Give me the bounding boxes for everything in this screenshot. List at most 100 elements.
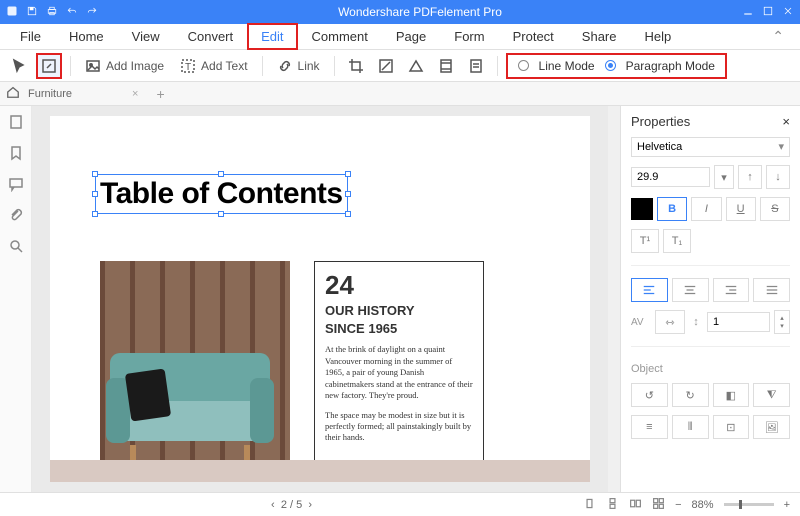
flip-h[interactable]: ◧ bbox=[713, 383, 750, 407]
rotate-ccw[interactable]: ↺ bbox=[631, 383, 668, 407]
font-select[interactable] bbox=[631, 137, 790, 157]
select-tool[interactable] bbox=[6, 53, 32, 79]
rotate-cw[interactable]: ↻ bbox=[672, 383, 709, 407]
close-panel-icon[interactable]: × bbox=[782, 114, 790, 129]
char-spacing[interactable]: ⇿ bbox=[655, 310, 685, 334]
tab-close-icon[interactable]: × bbox=[132, 88, 138, 100]
align-left[interactable] bbox=[631, 278, 668, 302]
menu-comment[interactable]: Comment bbox=[298, 23, 382, 50]
menu-bar: File Home View Convert Edit Comment Page… bbox=[0, 24, 800, 50]
prev-page[interactable]: ‹ bbox=[271, 499, 275, 511]
zoom-in[interactable]: + bbox=[784, 499, 790, 511]
replace-image[interactable]: 🖼 bbox=[753, 415, 790, 439]
minimize-icon[interactable] bbox=[742, 5, 754, 20]
menu-view[interactable]: View bbox=[118, 23, 174, 50]
collapse-ribbon-icon[interactable]: ⌃ bbox=[762, 28, 794, 45]
char-spacing-label: AV bbox=[631, 317, 651, 328]
section-text-box[interactable]: 24 OUR HISTORY SINCE 1965 At the brink o… bbox=[314, 261, 484, 481]
watermark-tool[interactable] bbox=[373, 53, 399, 79]
paragraph-mode-radio[interactable] bbox=[605, 60, 616, 71]
zoom-slider[interactable] bbox=[724, 503, 774, 506]
next-page[interactable]: › bbox=[308, 499, 312, 511]
home-tab-icon[interactable] bbox=[6, 85, 20, 102]
section-image bbox=[100, 261, 290, 481]
view-continuous-icon[interactable] bbox=[606, 497, 619, 513]
menu-page[interactable]: Page bbox=[382, 23, 440, 50]
view-facing-icon[interactable] bbox=[629, 497, 642, 513]
app-title: Wondershare PDFelement Pro bbox=[98, 5, 742, 19]
page-indicator: 2 / 5 bbox=[281, 499, 302, 511]
document-canvas[interactable]: Table of Contents 24 OUR HISTORY SINCE 1… bbox=[32, 106, 608, 492]
edit-object-tool[interactable] bbox=[36, 53, 62, 79]
status-bar: ‹ 2 / 5 › − 88% + bbox=[0, 492, 800, 516]
undo-icon[interactable] bbox=[66, 5, 78, 20]
close-icon[interactable] bbox=[782, 5, 794, 20]
menu-form[interactable]: Form bbox=[440, 23, 498, 50]
menu-protect[interactable]: Protect bbox=[499, 23, 568, 50]
selected-text-box[interactable]: Table of Contents bbox=[95, 174, 348, 214]
page-footer-bg bbox=[50, 460, 590, 482]
distribute-h[interactable]: ≡ bbox=[631, 415, 668, 439]
menu-edit[interactable]: Edit bbox=[247, 23, 297, 50]
attachments-icon[interactable] bbox=[8, 207, 24, 226]
align-right[interactable] bbox=[713, 278, 750, 302]
zoom-out[interactable]: − bbox=[675, 499, 681, 511]
redo-icon[interactable] bbox=[86, 5, 98, 20]
new-tab-button[interactable]: + bbox=[156, 86, 164, 102]
subscript-button[interactable]: T₁ bbox=[663, 229, 691, 253]
menu-share[interactable]: Share bbox=[568, 23, 631, 50]
page: Table of Contents 24 OUR HISTORY SINCE 1… bbox=[50, 116, 590, 482]
left-sidebar bbox=[0, 106, 32, 492]
line-height-stepper[interactable]: ▴▾ bbox=[774, 310, 790, 334]
crop-tool[interactable] bbox=[343, 53, 369, 79]
align-center[interactable] bbox=[672, 278, 709, 302]
superscript-button[interactable]: T¹ bbox=[631, 229, 659, 253]
tab-furniture[interactable]: Furniture× bbox=[28, 88, 138, 100]
svg-text:T: T bbox=[185, 62, 191, 73]
line-height-input[interactable] bbox=[707, 312, 770, 332]
align-justify[interactable] bbox=[753, 278, 790, 302]
add-image-button[interactable]: Add Image bbox=[79, 53, 170, 79]
paragraph-mode-label: Paragraph Mode bbox=[626, 59, 715, 73]
underline-button[interactable]: U bbox=[726, 197, 756, 221]
menu-help[interactable]: Help bbox=[631, 23, 686, 50]
maximize-icon[interactable] bbox=[762, 5, 774, 20]
save-icon[interactable] bbox=[26, 5, 38, 20]
font-size-down[interactable]: ▾ bbox=[714, 165, 734, 189]
zoom-level: 88% bbox=[692, 499, 714, 511]
comments-icon[interactable] bbox=[8, 176, 24, 195]
flip-v[interactable]: ⧨ bbox=[753, 383, 790, 407]
edit-toolbar: Add Image TAdd Text Link Line Mode Parag… bbox=[0, 50, 800, 82]
scrollbar[interactable] bbox=[608, 106, 620, 492]
title-text: Table of Contents bbox=[100, 177, 343, 211]
background-tool[interactable] bbox=[403, 53, 429, 79]
menu-convert[interactable]: Convert bbox=[174, 23, 248, 50]
thumbnails-icon[interactable] bbox=[8, 114, 24, 133]
font-color-swatch[interactable] bbox=[631, 198, 653, 220]
crop-object[interactable]: ⊡ bbox=[713, 415, 750, 439]
print-icon[interactable] bbox=[46, 5, 58, 20]
view-single-icon[interactable] bbox=[583, 497, 596, 513]
italic-button[interactable]: I bbox=[691, 197, 721, 221]
distribute-v[interactable]: ⫴ bbox=[672, 415, 709, 439]
header-footer-tool[interactable] bbox=[433, 53, 459, 79]
bates-tool[interactable] bbox=[463, 53, 489, 79]
view-grid-icon[interactable] bbox=[652, 497, 665, 513]
link-button[interactable]: Link bbox=[271, 53, 326, 79]
menu-file[interactable]: File bbox=[6, 23, 55, 50]
document-tabs: Furniture× + bbox=[0, 82, 800, 106]
properties-title: Properties bbox=[631, 114, 690, 129]
strike-button[interactable]: S bbox=[760, 197, 790, 221]
app-logo-icon bbox=[6, 5, 18, 20]
search-icon[interactable] bbox=[8, 238, 24, 257]
shrink-font[interactable]: ↓ bbox=[766, 165, 790, 189]
add-text-button[interactable]: TAdd Text bbox=[174, 53, 253, 79]
menu-home[interactable]: Home bbox=[55, 23, 118, 50]
grow-font[interactable]: ↑ bbox=[738, 165, 762, 189]
object-section-label: Object bbox=[631, 363, 790, 375]
line-mode-label: Line Mode bbox=[539, 59, 595, 73]
bookmarks-icon[interactable] bbox=[8, 145, 24, 164]
bold-button[interactable]: B bbox=[657, 197, 687, 221]
line-mode-radio[interactable] bbox=[518, 60, 529, 71]
font-size-input[interactable] bbox=[631, 167, 710, 187]
